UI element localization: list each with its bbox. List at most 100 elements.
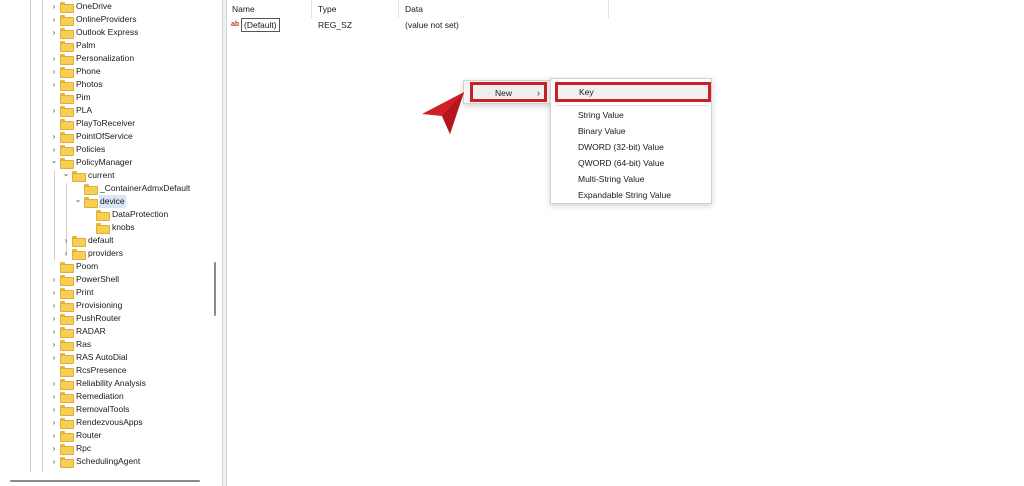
menu-item-qword-value[interactable]: QWORD (64-bit) Value <box>578 157 664 170</box>
chevron-right-icon[interactable]: › <box>48 351 60 364</box>
chevron-right-icon[interactable]: › <box>48 78 60 91</box>
tree-item[interactable]: _ContainerAdmxDefault <box>72 182 191 195</box>
menu-item-key[interactable]: Key <box>555 82 711 102</box>
tree-item-label: Outlook Express <box>76 27 139 37</box>
chevron-right-icon[interactable]: › <box>48 65 60 78</box>
chevron-right-icon[interactable]: › <box>48 416 60 429</box>
annotation-arrow-icon <box>422 92 464 134</box>
tree-item[interactable]: › Provisioning <box>48 299 123 312</box>
chevron-right-icon[interactable]: › <box>48 390 60 403</box>
chevron-right-icon[interactable]: › <box>48 26 60 39</box>
tree-item[interactable]: › PowerShell <box>48 273 120 286</box>
chevron-right-icon[interactable]: › <box>48 403 60 416</box>
menu-item-expandable-string-value[interactable]: Expandable String Value <box>578 189 671 202</box>
tree-item[interactable]: › Photos <box>48 78 103 91</box>
tree-item[interactable]: › PushRouter <box>48 312 122 325</box>
tree-item[interactable]: › default <box>60 234 115 247</box>
chevron-right-icon[interactable]: › <box>48 455 60 468</box>
tree-item[interactable]: › RAS AutoDial <box>48 351 129 364</box>
chevron-right-icon[interactable]: › <box>60 234 72 247</box>
menu-item-multi-string-value[interactable]: Multi-String Value <box>578 173 644 186</box>
tree-item[interactable]: ⌄ current <box>60 169 115 182</box>
folder-icon <box>60 431 74 442</box>
tree-item-label: Palm <box>76 40 96 50</box>
tree-item[interactable]: › Router <box>48 429 103 442</box>
tree-item[interactable]: › Reliability Analysis <box>48 377 147 390</box>
value-row-default[interactable]: ab (Default) REG_SZ (value not set) <box>227 18 1024 32</box>
folder-icon <box>60 80 74 91</box>
menu-item-string-value[interactable]: String Value <box>578 109 624 122</box>
tree-item[interactable]: Pim <box>48 91 92 104</box>
tree-item[interactable]: › Outlook Express <box>48 26 139 39</box>
chevron-right-icon[interactable]: › <box>48 312 60 325</box>
tree-item[interactable]: › Ras <box>48 338 92 351</box>
menu-item-dword-value[interactable]: DWORD (32-bit) Value <box>578 141 664 154</box>
tree-item[interactable]: Palm <box>48 39 96 52</box>
chevron-right-icon[interactable]: › <box>48 299 60 312</box>
tree-item[interactable]: › Phone <box>48 65 102 78</box>
tree-item[interactable]: knobs <box>84 221 136 234</box>
chevron-right-icon[interactable]: › <box>48 0 60 13</box>
tree-item[interactable]: › SchedulingAgent <box>48 455 141 468</box>
column-separator[interactable] <box>608 0 609 18</box>
tree-item[interactable]: ⌄ device <box>72 195 126 208</box>
tree-item[interactable]: Poom <box>48 260 99 273</box>
chevron-right-icon[interactable]: › <box>48 429 60 442</box>
tree-item[interactable]: › OneDrive <box>48 0 113 13</box>
column-header-name[interactable]: Name <box>232 2 255 16</box>
tree-item-label: device <box>99 195 126 208</box>
tree-item[interactable]: › PointOfService <box>48 130 134 143</box>
column-header-data[interactable]: Data <box>405 2 423 16</box>
tree-hscroll-thumb[interactable] <box>10 480 200 482</box>
folder-icon <box>60 15 74 26</box>
chevron-right-icon[interactable]: › <box>48 130 60 143</box>
menu-item-new[interactable]: New › <box>470 82 547 102</box>
chevron-right-icon[interactable]: › <box>48 13 60 26</box>
chevron-right-icon[interactable]: › <box>48 286 60 299</box>
tree-item[interactable]: DataProtection <box>84 208 169 221</box>
tree-scroll-thumb[interactable] <box>214 262 216 316</box>
chevron-right-icon[interactable]: › <box>60 247 72 260</box>
tree-item[interactable]: › Remediation <box>48 390 125 403</box>
tree-item[interactable]: › RendezvousApps <box>48 416 144 429</box>
tree-item-label: DataProtection <box>112 209 169 219</box>
menu-item-key-label: Key <box>579 87 594 97</box>
folder-icon <box>60 158 74 169</box>
chevron-right-icon[interactable]: › <box>48 442 60 455</box>
chevron-right-icon[interactable]: › <box>48 104 60 117</box>
tree-item[interactable]: › RemovalTools <box>48 403 130 416</box>
value-name[interactable]: (Default) <box>241 18 280 32</box>
folder-icon <box>60 41 74 52</box>
values-pane[interactable]: Name Type Data ab (Default) REG_SZ (valu… <box>227 0 1024 486</box>
tree-item[interactable]: › Rpc <box>48 442 92 455</box>
chevron-right-icon[interactable]: › <box>48 52 60 65</box>
column-separator[interactable] <box>398 0 399 18</box>
column-separator[interactable] <box>311 0 312 18</box>
chevron-right-icon[interactable]: › <box>48 325 60 338</box>
chevron-down-icon[interactable]: ⌄ <box>72 193 84 206</box>
tree-item[interactable]: › providers <box>60 247 124 260</box>
tree-item[interactable]: › Print <box>48 286 94 299</box>
tree-item-label: Photos <box>76 79 103 89</box>
tree-item[interactable]: PlayToReceiver <box>48 117 136 130</box>
chevron-right-icon[interactable]: › <box>48 377 60 390</box>
tree-item[interactable]: › PLA <box>48 104 93 117</box>
chevron-down-icon[interactable]: ⌄ <box>60 167 72 180</box>
folder-icon <box>72 171 86 182</box>
tree-item[interactable]: RcsPresence <box>48 364 128 377</box>
tree-item[interactable]: › OnlineProviders <box>48 13 137 26</box>
tree-guide-line <box>42 0 43 472</box>
tree-item[interactable]: › RADAR <box>48 325 107 338</box>
folder-icon <box>60 327 74 338</box>
tree-item[interactable]: › Personalization <box>48 52 135 65</box>
chevron-down-icon[interactable]: ⌄ <box>48 154 60 167</box>
folder-icon <box>60 106 74 117</box>
menu-item-binary-value[interactable]: Binary Value <box>578 125 626 138</box>
tree-item-label: RemovalTools <box>76 404 130 414</box>
column-header-type[interactable]: Type <box>318 2 336 16</box>
context-menu: New › <box>463 80 553 104</box>
chevron-right-icon[interactable]: › <box>48 273 60 286</box>
chevron-right-icon[interactable]: › <box>48 338 60 351</box>
tree-vertical-scrollbar[interactable] <box>211 0 219 486</box>
